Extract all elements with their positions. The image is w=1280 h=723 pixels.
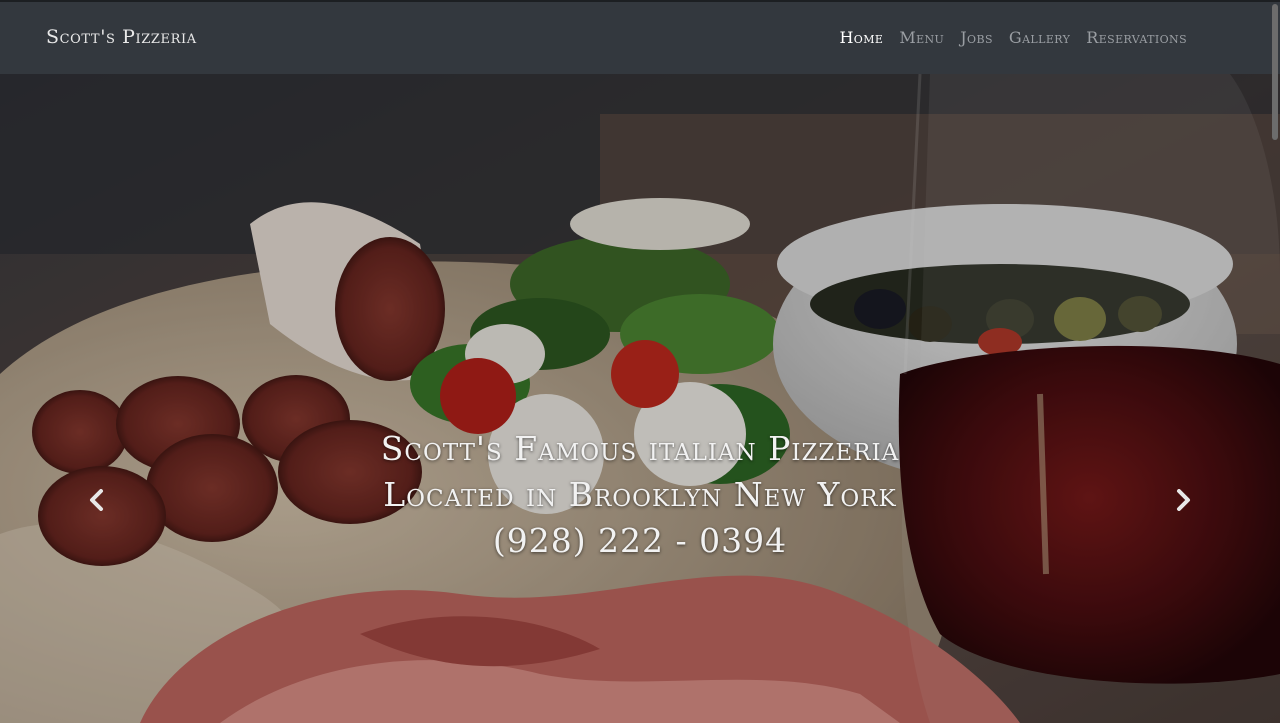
nav-item-menu: Menu bbox=[899, 28, 944, 47]
nav-item-gallery: Gallery bbox=[1009, 28, 1070, 47]
hero-caption-location: Located in Brooklyn New York bbox=[383, 475, 897, 514]
nav-link-menu[interactable]: Menu bbox=[899, 28, 944, 47]
nav-link-reservations[interactable]: Reservations bbox=[1086, 28, 1187, 47]
hero-overlay bbox=[0, 74, 1280, 723]
hero-carousel: Scott's Famous italian Pizzeria Located … bbox=[0, 74, 1280, 723]
chevron-left-icon bbox=[88, 489, 104, 515]
nav-link-home[interactable]: Home bbox=[839, 28, 883, 47]
nav-link-gallery[interactable]: Gallery bbox=[1009, 28, 1070, 47]
hero-caption: Scott's Famous italian Pizzeria Located … bbox=[240, 426, 1040, 564]
hero-caption-title: Scott's Famous italian Pizzeria bbox=[380, 429, 900, 468]
brand-link[interactable]: Scott's Pizzeria bbox=[46, 26, 197, 48]
page-scrollbar[interactable] bbox=[1270, 0, 1280, 723]
carousel-prev-button[interactable] bbox=[76, 482, 116, 522]
hero-caption-phone: (928) 222 - 0394 bbox=[492, 521, 788, 560]
nav-item-home: Home bbox=[839, 28, 883, 47]
nav-item-reservations: Reservations bbox=[1086, 28, 1187, 47]
navbar: Scott's Pizzeria Home Menu Jobs Gallery … bbox=[0, 0, 1280, 74]
nav-item-jobs: Jobs bbox=[960, 28, 993, 47]
scrollbar-thumb[interactable] bbox=[1272, 4, 1278, 140]
nav-link-jobs[interactable]: Jobs bbox=[960, 28, 993, 47]
chevron-right-icon bbox=[1176, 489, 1192, 515]
page: Scott's Pizzeria Home Menu Jobs Gallery … bbox=[0, 0, 1280, 723]
main-nav: Home Menu Jobs Gallery Reservations bbox=[839, 28, 1187, 47]
carousel-next-button[interactable] bbox=[1164, 482, 1204, 522]
